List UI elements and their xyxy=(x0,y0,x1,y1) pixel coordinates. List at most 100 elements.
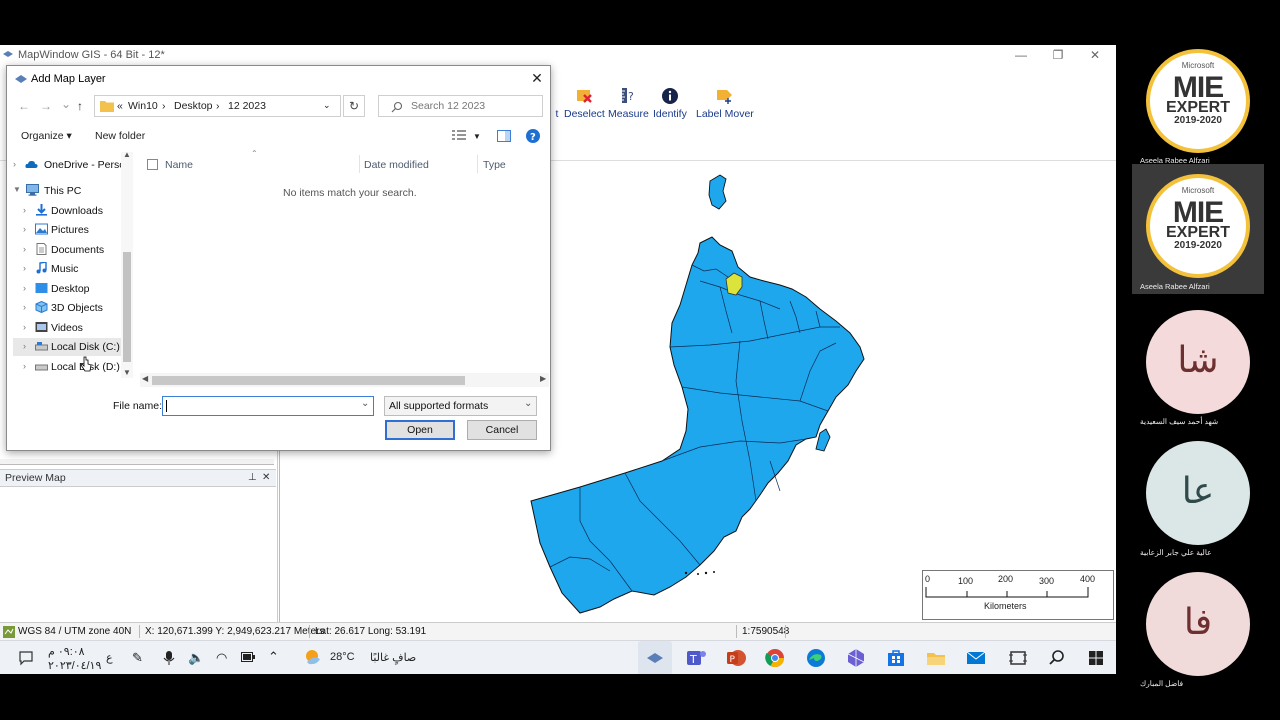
label-mover-button[interactable]: Label Mover xyxy=(696,87,754,120)
taskbar-date[interactable]: ٢٠٢٣/٠٤/١٩ xyxy=(48,659,101,672)
breadcrumb-12-2023[interactable]: 12 2023 xyxy=(228,100,266,112)
scale-unit: Kilometers xyxy=(984,601,1027,611)
organize-button[interactable]: Organize ▾ xyxy=(21,130,72,142)
nav-item-this-pc[interactable]: ▼ This PC xyxy=(13,182,125,200)
masirah-island[interactable] xyxy=(815,428,831,452)
help-icon[interactable]: ? xyxy=(526,129,540,143)
participant-tile[interactable]: Microsoft MIE EXPERT 2019-2020 Aseela Ra… xyxy=(1132,46,1264,174)
panel-splitter[interactable] xyxy=(0,459,274,465)
speaker-icon[interactable]: 🔈 xyxy=(188,650,204,666)
recent-locations-button[interactable]: ⌄ xyxy=(61,97,71,111)
taskbar-time[interactable]: ٠٩:٠٨ م xyxy=(48,645,85,658)
column-separator[interactable] xyxy=(359,155,360,173)
chevron-up-icon[interactable]: ⌃ xyxy=(268,649,279,665)
address-bar[interactable]: « Win10 › Desktop › 12 2023 ⌄ xyxy=(94,95,341,117)
chevron-down-icon[interactable]: ⌄ xyxy=(361,398,369,409)
teams-taskbar-button[interactable]: T xyxy=(685,647,707,669)
scroll-right-icon[interactable]: ▶ xyxy=(540,374,546,383)
column-header-type[interactable]: Type xyxy=(483,159,506,171)
oman-main-region[interactable] xyxy=(530,236,865,614)
search-input[interactable]: Search 12 2023 xyxy=(378,95,543,117)
scroll-left-icon[interactable]: ◀ xyxy=(142,374,148,383)
column-separator[interactable] xyxy=(477,155,478,173)
dialog-close-button[interactable]: ✕ xyxy=(528,69,546,87)
nav-item-music[interactable]: › Music xyxy=(23,260,123,278)
nav-item-label: OneDrive - Persor xyxy=(44,159,129,171)
microphone-icon[interactable] xyxy=(163,650,175,666)
identify-button[interactable]: Identify xyxy=(653,87,687,120)
edge-icon xyxy=(807,649,825,667)
store-taskbar-button[interactable] xyxy=(885,647,907,669)
battery-icon[interactable] xyxy=(241,652,255,662)
wifi-icon[interactable]: ◠ xyxy=(216,650,227,666)
new-folder-button[interactable]: New folder xyxy=(95,130,145,142)
search-taskbar-button[interactable] xyxy=(1046,647,1068,669)
scrollbar-thumb[interactable] xyxy=(123,252,131,362)
refresh-button[interactable]: ↻ xyxy=(343,95,365,117)
mail-taskbar-button[interactable] xyxy=(965,647,987,669)
input-language[interactable]: ع xyxy=(106,651,113,664)
nav-item-documents[interactable]: › Documents xyxy=(23,241,123,259)
projection-status[interactable]: WGS 84 / UTM zone 40N xyxy=(18,626,131,637)
powerpoint-taskbar-button[interactable]: P xyxy=(725,647,747,669)
back-button[interactable]: ← xyxy=(18,99,30,113)
scroll-up-icon[interactable]: ▲ xyxy=(123,150,131,159)
3d-app-taskbar-button[interactable] xyxy=(845,647,867,669)
file-name-input[interactable]: ⌄ xyxy=(162,396,374,416)
nav-item-downloads[interactable]: › Downloads xyxy=(23,202,123,220)
file-explorer-taskbar-button[interactable] xyxy=(925,647,947,669)
deselect-button[interactable]: Deselect xyxy=(564,87,605,120)
nav-item-videos[interactable]: › Videos xyxy=(23,319,123,337)
measure-button[interactable]: ? Measure xyxy=(608,87,649,120)
nav-item-local-disk-d[interactable]: › Local Disk (D:) xyxy=(23,358,123,376)
open-button[interactable]: Open xyxy=(385,420,455,440)
close-button[interactable]: ✕ xyxy=(1087,47,1103,63)
horizontal-scrollbar[interactable]: ◀ ▶ xyxy=(140,373,549,387)
forward-button[interactable]: → xyxy=(40,99,52,113)
pin-icon[interactable]: ⊥ xyxy=(248,472,257,483)
restore-button[interactable]: ❐ xyxy=(1050,47,1066,63)
preview-close-button[interactable]: ✕ xyxy=(262,472,270,483)
mapwindow-taskbar-button[interactable] xyxy=(638,641,672,674)
file-type-filter[interactable]: All supported formats ⌄ xyxy=(384,396,537,416)
participant-tile[interactable]: عا عالية علي جابر الزعابية xyxy=(1132,438,1264,566)
notification-icon[interactable] xyxy=(18,650,34,666)
scroll-down-icon[interactable]: ▼ xyxy=(123,368,131,377)
up-button[interactable]: ↑ xyxy=(77,99,83,113)
weather-icon[interactable] xyxy=(303,647,323,667)
participant-tile[interactable]: فا فاضل المبارك xyxy=(1132,569,1264,697)
preview-pane-icon[interactable] xyxy=(497,130,511,142)
musandam-region[interactable] xyxy=(708,174,727,210)
minimize-button[interactable]: — xyxy=(1013,47,1029,63)
cloud-icon xyxy=(25,160,38,168)
view-options-icon[interactable] xyxy=(452,130,466,142)
pen-icon[interactable]: ✎ xyxy=(132,650,143,666)
navigation-scrollbar[interactable]: ▲ ▼ xyxy=(121,150,133,378)
address-dropdown-icon[interactable]: ⌄ xyxy=(323,100,331,111)
nav-item-desktop[interactable]: › Desktop xyxy=(23,280,123,298)
nav-item-onedrive[interactable]: › OneDrive - Persor xyxy=(13,156,129,174)
participant-tile[interactable]: شا شهد أحمد سيف السعيدية xyxy=(1132,307,1264,435)
view-dropdown-icon[interactable]: ▼ xyxy=(473,132,481,141)
chrome-taskbar-button[interactable] xyxy=(764,647,786,669)
nav-item-3d-objects[interactable]: › 3D Objects xyxy=(23,299,123,317)
weather-desc[interactable]: صافٍ غالبًا xyxy=(370,651,416,664)
scrollbar-thumb[interactable] xyxy=(152,376,465,385)
breadcrumb-desktop[interactable]: Desktop xyxy=(174,100,213,112)
column-header-name[interactable]: Name xyxy=(165,159,193,171)
breadcrumb-overflow[interactable]: « xyxy=(117,100,123,112)
snip-taskbar-button[interactable] xyxy=(1007,647,1029,669)
participant-tile-active[interactable]: Microsoft MIE EXPERT 2019-2020 Aseela Ra… xyxy=(1132,164,1264,294)
cancel-button[interactable]: Cancel xyxy=(467,420,537,440)
nav-item-label: Documents xyxy=(51,244,105,256)
app-title-bar[interactable]: MapWindow GIS - 64 Bit - 12* — ❐ ✕ xyxy=(0,45,1116,65)
column-header-date-modified[interactable]: Date modified xyxy=(364,159,429,171)
weather-temp[interactable]: 28°C xyxy=(330,651,355,663)
select-all-checkbox[interactable] xyxy=(147,159,158,170)
breadcrumb-win10[interactable]: Win10 xyxy=(128,100,158,112)
start-button[interactable] xyxy=(1085,647,1107,669)
edge-taskbar-button[interactable] xyxy=(805,647,827,669)
nav-item-pictures[interactable]: › Pictures xyxy=(23,221,123,239)
file-type-filter-value: All supported formats xyxy=(389,400,489,412)
nav-item-local-disk-c[interactable]: › Local Disk (C:) xyxy=(13,338,123,356)
